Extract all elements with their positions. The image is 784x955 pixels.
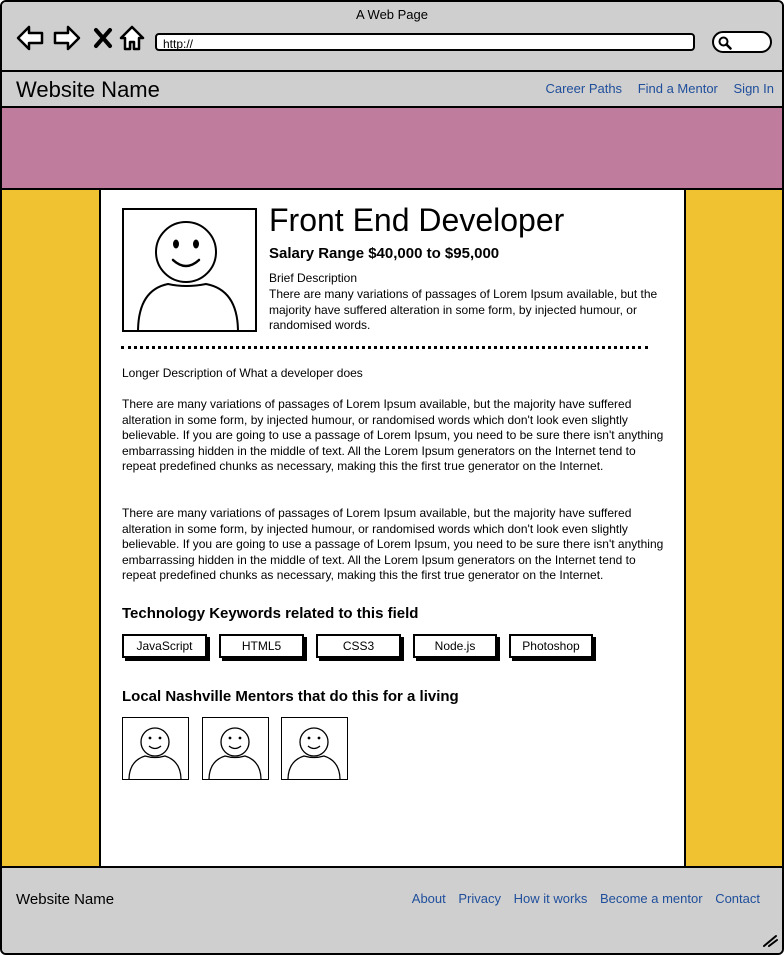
local-mentors-heading: Local Nashville Mentors that do this for… — [122, 688, 459, 705]
profile-avatar — [122, 208, 257, 333]
resize-grip-icon[interactable] — [762, 933, 778, 947]
footer-link-contact[interactable]: Contact — [715, 891, 760, 906]
address-bar[interactable]: http:// — [155, 33, 695, 51]
brief-description-text: There are many variations of passages of… — [269, 287, 658, 332]
description-paragraph: There are many variations of passages of… — [122, 506, 664, 582]
tag-html5[interactable]: HTML5 — [219, 634, 304, 658]
longer-description-label: Longer Description of What a developer d… — [122, 366, 363, 380]
top-nav: Career Paths Find a Mentor Sign In — [533, 81, 774, 96]
mentor-avatar[interactable] — [281, 717, 348, 781]
nav-link-career-paths[interactable]: Career Paths — [545, 81, 622, 96]
browser-window: A Web Page http:// Website Name Career P… — [0, 0, 784, 955]
person-placeholder-icon — [137, 221, 239, 333]
footer-link-privacy[interactable]: Privacy — [458, 891, 501, 906]
footer-link-about[interactable]: About — [412, 891, 446, 906]
technology-keywords-heading: Technology Keywords related to this fiel… — [122, 605, 419, 622]
window-title: A Web Page — [355, 7, 429, 22]
browser-status-bar — [2, 928, 782, 953]
description-paragraph: There are many variations of passages of… — [122, 397, 664, 473]
brief-description-label: Brief Description — [269, 271, 358, 285]
nav-link-sign-in[interactable]: Sign In — [734, 81, 774, 96]
footer-nav: About Privacy How it works Become a ment… — [403, 891, 760, 906]
right-sidebar — [684, 190, 782, 866]
mentor-avatar[interactable] — [202, 717, 269, 781]
salary-range: Salary Range $40,000 to $95,000 — [269, 245, 500, 262]
person-placeholder-icon — [287, 727, 341, 781]
tag-nodejs[interactable]: Node.js — [413, 634, 497, 658]
mentor-avatar[interactable] — [122, 717, 189, 781]
dotted-divider — [121, 346, 648, 349]
site-name[interactable]: Website Name — [16, 77, 160, 103]
tag-javascript[interactable]: JavaScript — [122, 634, 207, 658]
person-placeholder-icon — [208, 727, 262, 781]
hero-banner — [2, 108, 782, 190]
footer-site-name: Website Name — [16, 891, 115, 908]
forward-arrow-icon[interactable] — [53, 24, 81, 52]
browser-search-box[interactable] — [712, 31, 772, 53]
tag-css3[interactable]: CSS3 — [316, 634, 401, 658]
browser-toolbar: A Web Page http:// — [2, 2, 782, 72]
footer-link-how-it-works[interactable]: How it works — [514, 891, 588, 906]
site-footer: Website Name About Privacy How it works … — [2, 866, 782, 930]
person-placeholder-icon — [128, 727, 182, 781]
career-title: Front End Developer — [269, 202, 565, 238]
close-x-icon[interactable] — [90, 24, 118, 52]
left-sidebar — [2, 190, 101, 866]
search-icon — [718, 36, 732, 50]
tag-photoshop[interactable]: Photoshop — [509, 634, 593, 658]
back-arrow-icon[interactable] — [16, 24, 44, 52]
home-icon[interactable] — [118, 24, 146, 52]
nav-link-find-a-mentor[interactable]: Find a Mentor — [638, 81, 718, 96]
footer-link-become-a-mentor[interactable]: Become a mentor — [600, 891, 703, 906]
site-header: Website Name Career Paths Find a Mentor … — [2, 72, 782, 108]
main-content: Front End Developer Salary Range $40,000… — [101, 190, 684, 866]
